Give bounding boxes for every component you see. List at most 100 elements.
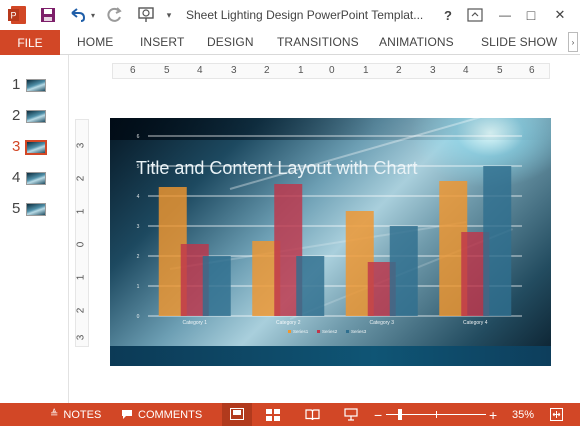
normal-view-icon xyxy=(230,408,244,420)
notes-icon: ≜ xyxy=(50,409,59,420)
slide-thumbnail-image xyxy=(26,203,46,216)
chart-y-tick-label: 1 xyxy=(137,284,140,290)
powerpoint-window: P ▾ ▾ Sheet Lighting Design PowerPoint T… xyxy=(0,0,580,426)
chart-category-label: Category 3 xyxy=(370,320,395,326)
fit-to-window-icon xyxy=(550,408,563,421)
slide-thumbnail-pane[interactable]: 1 2 3 4 5 xyxy=(0,55,69,403)
slide-sorter-button[interactable] xyxy=(266,403,280,426)
ruler-label: 2 xyxy=(264,65,270,76)
slide-chart[interactable]: 0 1 2 3 4 5 6 Category 1 Category 2 Category 3 Cat… xyxy=(110,118,551,366)
slide-thumbnail-5[interactable]: 5 xyxy=(0,199,69,219)
slide-sorter-icon xyxy=(266,408,280,421)
chart-y-tick-label: 0 xyxy=(137,314,140,320)
zoom-slider[interactable] xyxy=(386,403,486,426)
ruler-label: 2 xyxy=(75,175,87,182)
slide-thumbnail-4[interactable]: 4 xyxy=(0,168,69,188)
chart-y-tick-label: 2 xyxy=(137,254,140,260)
ribbon-tabs: FILE HOME INSERT DESIGN TRANSITIONS ANIM… xyxy=(0,30,580,55)
chart-legend-swatch xyxy=(346,330,349,333)
ruler-label: 2 xyxy=(75,307,87,314)
slide-show-icon xyxy=(344,408,358,421)
notes-button[interactable]: ≜ NOTES xyxy=(50,403,101,426)
slide-thumbnail-3[interactable]: 3 xyxy=(0,137,69,157)
zoom-slider-thumb[interactable] xyxy=(398,409,402,420)
chart-plot-group: 0 1 2 3 4 5 6 Category 1 Category 2 Category 3 Cat… xyxy=(137,134,522,334)
slide-canvas[interactable]: Title and Content Layout with Chart 0123… xyxy=(110,118,551,366)
ruler-label: 0 xyxy=(75,241,87,248)
tab-insert[interactable]: INSERT xyxy=(140,35,184,49)
tab-animations[interactable]: ANIMATIONS xyxy=(379,35,454,49)
chart-category-label: Category 4 xyxy=(463,320,488,326)
undo-icon[interactable] xyxy=(66,5,88,25)
chart-category-label: Category 2 xyxy=(276,320,301,326)
help-icon[interactable]: ? xyxy=(438,5,458,25)
ruler-label: 4 xyxy=(463,65,469,76)
slide-show-view-button[interactable] xyxy=(344,403,358,426)
slide-thumbnail-1[interactable]: 1 xyxy=(0,75,69,95)
slide-thumbnail-2[interactable]: 2 xyxy=(0,106,69,126)
chart-bar xyxy=(296,256,325,316)
ruler-label: 6 xyxy=(529,65,535,76)
tab-design[interactable]: DESIGN xyxy=(207,35,254,49)
slide-thumbnail-image xyxy=(25,140,47,155)
comments-button[interactable]: COMMENTS xyxy=(121,403,202,426)
ruler-label: 6 xyxy=(130,65,136,76)
status-bar: ≜ NOTES COMMENTS − + 35% xyxy=(0,403,580,426)
chart-category-label: Category 1 xyxy=(183,320,208,326)
customize-qat-icon[interactable]: ▾ xyxy=(163,5,175,25)
restore-button[interactable]: □ xyxy=(520,5,542,25)
powerpoint-logo-icon[interactable]: P xyxy=(6,5,30,25)
chart-legend-swatch xyxy=(288,330,291,333)
ruler-label: 1 xyxy=(75,208,87,215)
horizontal-ruler[interactable]: 6 5 4 3 2 1 0 1 2 3 4 5 6 xyxy=(112,63,550,79)
chart-y-tick-label: 5 xyxy=(137,164,140,170)
ruler-label: 1 xyxy=(75,274,87,281)
chart-y-tick-label: 6 xyxy=(137,134,140,140)
tab-file[interactable]: FILE xyxy=(0,30,60,55)
reading-view-icon xyxy=(305,408,320,420)
notes-label: NOTES xyxy=(63,408,102,421)
ruler-label: 0 xyxy=(329,65,335,76)
tab-transitions[interactable]: TRANSITIONS xyxy=(277,35,359,49)
close-button[interactable]: ✕ xyxy=(548,5,572,25)
slide-number: 3 xyxy=(12,138,21,155)
ruler-label: 4 xyxy=(197,65,203,76)
zoom-level[interactable]: 35% xyxy=(512,403,534,426)
zoom-slider-center-mark xyxy=(436,411,437,418)
workspace: 1 2 3 4 5 6 5 4 3 2 1 0 1 2 3 4 5 6 3 2 … xyxy=(0,55,580,403)
slide-number: 1 xyxy=(12,76,21,93)
title-bar: P ▾ ▾ Sheet Lighting Design PowerPoint T… xyxy=(0,0,580,30)
ruler-label: 5 xyxy=(164,65,170,76)
ribbon-scroll-right-icon[interactable]: › xyxy=(568,32,578,52)
start-slideshow-icon[interactable] xyxy=(134,5,158,25)
ruler-label: 1 xyxy=(363,65,369,76)
normal-view-button[interactable] xyxy=(222,403,252,426)
chart-legend-label: Series3 xyxy=(351,329,367,334)
slide-number: 2 xyxy=(12,107,21,124)
ruler-label: 3 xyxy=(231,65,237,76)
chart-y-tick-label: 3 xyxy=(137,224,140,230)
slide-number: 4 xyxy=(12,169,21,186)
chart-bar xyxy=(202,256,231,316)
slide-thumbnail-image xyxy=(26,172,46,185)
undo-dropdown-icon[interactable]: ▾ xyxy=(88,5,98,25)
tab-home[interactable]: HOME xyxy=(77,35,113,49)
save-icon[interactable] xyxy=(38,5,58,25)
app-badge-label: P xyxy=(10,11,16,21)
zoom-out-button[interactable]: − xyxy=(374,403,382,426)
ruler-label: 2 xyxy=(396,65,402,76)
slide-thumbnail-image xyxy=(26,79,46,92)
chart-legend-swatch xyxy=(317,330,320,333)
chart-bar xyxy=(389,226,418,316)
tab-slide-show[interactable]: SLIDE SHOW xyxy=(481,35,557,49)
fit-slide-button[interactable] xyxy=(550,403,563,426)
minimize-button[interactable]: — xyxy=(494,5,516,25)
slide-number: 5 xyxy=(12,200,21,217)
zoom-in-button[interactable]: + xyxy=(489,403,497,426)
reading-view-button[interactable] xyxy=(305,403,320,426)
comments-icon xyxy=(122,410,132,419)
redo-icon[interactable] xyxy=(104,5,126,25)
vertical-ruler[interactable]: 3 2 1 0 1 2 3 xyxy=(75,119,89,347)
ruler-label: 1 xyxy=(298,65,304,76)
ribbon-display-options-icon[interactable] xyxy=(464,5,486,25)
